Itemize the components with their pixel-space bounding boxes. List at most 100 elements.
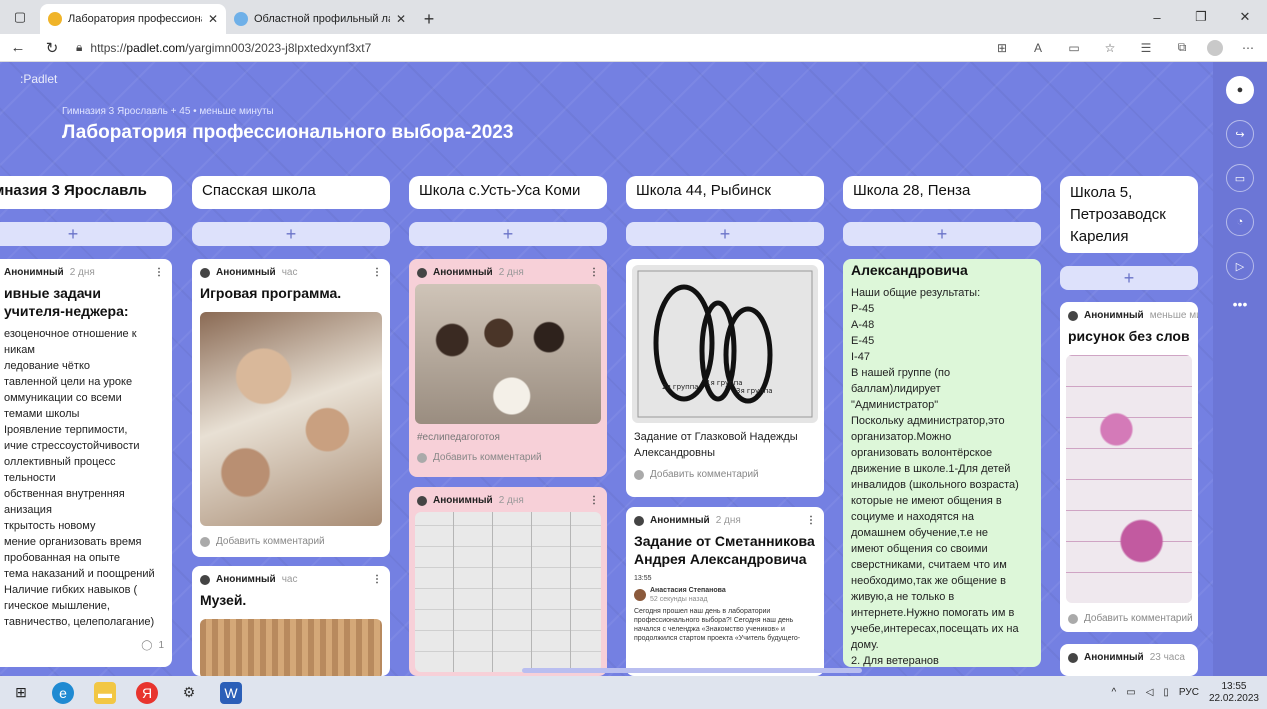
add-comment-button[interactable]: Добавить комментарий xyxy=(409,446,607,469)
language-indicator[interactable]: РУС xyxy=(1179,687,1199,698)
slideshow-icon[interactable]: ▷ xyxy=(1226,252,1254,280)
add-post-button[interactable]: + xyxy=(0,222,172,246)
add-post-button[interactable]: + xyxy=(192,222,390,246)
post-author: Анонимный 2 дня ⋮ xyxy=(409,259,607,282)
horizontal-scrollbar[interactable] xyxy=(522,668,862,673)
column-title: Школа с.Усть-Уса Коми xyxy=(409,176,607,209)
post-menu-icon[interactable]: ⋮ xyxy=(372,574,382,585)
battery-icon[interactable]: ▯ xyxy=(1163,687,1169,698)
post-card[interactable]: Анонимный 23 часа xyxy=(1060,644,1198,676)
post-author: Анонимный 2 дня ⋮ xyxy=(626,507,824,530)
split-screen-icon[interactable]: ▭ xyxy=(1063,41,1085,55)
post-card[interactable]: 2я группа 1я группа 3я группа Задание от… xyxy=(626,259,824,497)
post-card[interactable]: Анонимный 2 дня ⋮ Задание от Сметанникова… xyxy=(626,507,824,676)
padlet-board: :Padlet Гимназия 3 Ярославль + 45 • мень… xyxy=(0,62,1267,676)
post-screenshot[interactable]: 13:55 Анастасия Степанова 52 секунды наза… xyxy=(634,574,816,643)
post-text: Задание от Глазковой Надежды Александров… xyxy=(634,431,798,459)
post-photo[interactable]: 2я группа 1я группа 3я группа xyxy=(632,265,818,423)
new-tab-icon[interactable]: + xyxy=(414,4,444,34)
settings-gear-icon[interactable]: ⚙ xyxy=(178,682,200,704)
add-post-button[interactable]: + xyxy=(409,222,607,246)
add-post-button[interactable]: + xyxy=(843,222,1041,246)
apps-icon[interactable]: ⊞ xyxy=(991,41,1013,55)
post-menu-icon[interactable]: ⋮ xyxy=(154,267,164,278)
add-comment-button[interactable]: Добавить комментарий xyxy=(1060,607,1198,630)
user-avatar[interactable]: ● xyxy=(1226,76,1254,104)
post-card[interactable]: Анонимный меньше ми рисунок без слов Доба… xyxy=(1060,302,1198,632)
author-avatar xyxy=(1068,652,1078,663)
padlet-logo[interactable]: :Padlet xyxy=(20,72,57,86)
add-comment-button[interactable]: Добавить комментарий xyxy=(192,530,390,553)
windows-taskbar: ⊞ e ▬ Я ⚙ W ^ ▭ ◁ ▯ РУС 13:55 22.02.2023 xyxy=(0,676,1267,709)
minimize-icon[interactable]: – xyxy=(1135,0,1179,34)
phone-avatar xyxy=(634,589,646,601)
network-icon[interactable]: ▭ xyxy=(1126,687,1135,698)
comment-count[interactable]: ◯ 1 xyxy=(0,630,172,657)
remake-icon[interactable]: ▭ xyxy=(1226,164,1254,192)
post-card[interactable]: Анонимный 2 дня ⋮ ивные задачи учителя-не… xyxy=(0,259,172,667)
author-avatar xyxy=(417,495,427,506)
close-tab-icon[interactable]: ✕ xyxy=(396,12,406,26)
favorites-icon[interactable]: ☰ xyxy=(1135,41,1157,55)
post-card[interactable]: Анонимный час ⋮ Игровая программа. Добави… xyxy=(192,259,390,557)
tab-padlet[interactable]: Лаборатория профессиональ ✕ xyxy=(40,4,226,34)
post-photo[interactable] xyxy=(415,512,601,672)
post-body: езоценочное отношение к никам ледование … xyxy=(4,328,155,628)
start-icon[interactable]: ⊞ xyxy=(10,682,32,704)
edge-icon[interactable]: e xyxy=(52,681,74,704)
padlet-favicon-icon xyxy=(48,12,62,26)
more-options-icon[interactable]: ••• xyxy=(1233,296,1248,312)
post-menu-icon[interactable]: ⋮ xyxy=(806,515,816,526)
board-meta: Гимназия 3 Ярославль + 45 • меньше минут… xyxy=(62,106,274,117)
column-school5: Школа 5, Петрозаводск Карелия + xyxy=(1060,176,1198,290)
post-menu-icon[interactable]: ⋮ xyxy=(372,267,382,278)
favorite-star-icon[interactable]: ☆ xyxy=(1099,41,1121,55)
add-post-button[interactable]: + xyxy=(1060,266,1198,290)
post-title: Игровая программа. xyxy=(200,285,342,301)
close-window-icon[interactable]: ✕ xyxy=(1223,0,1267,34)
phone-ago: 52 секунды назад xyxy=(650,596,708,603)
post-title: рисунок без слов xyxy=(1068,328,1190,344)
address-bar[interactable]: 🔒︎ https://padlet.com/yargimn003/2023-j8… xyxy=(76,40,977,55)
tab-actions-icon[interactable]: ▢ xyxy=(0,0,40,34)
profile-avatar[interactable] xyxy=(1207,39,1223,56)
add-post-button[interactable]: + xyxy=(626,222,824,246)
more-icon[interactable]: ⋯ xyxy=(1237,41,1259,55)
tab-camp[interactable]: Областной профильный лагерь ✕ xyxy=(226,4,414,34)
read-aloud-icon[interactable]: A xyxy=(1027,41,1049,55)
word-icon[interactable]: W xyxy=(220,681,242,704)
sketch-label: 1я группа xyxy=(706,379,743,387)
post-photo[interactable] xyxy=(415,284,601,424)
browser-toolbar: ← ↻ 🔒︎ https://padlet.com/yargimn003/202… xyxy=(0,34,1267,62)
post-photo[interactable] xyxy=(200,619,382,676)
post-card[interactable]: Анонимный 2 дня ⋮ xyxy=(409,487,607,676)
yandex-browser-icon[interactable]: Я xyxy=(136,681,158,704)
back-icon[interactable]: ← xyxy=(8,39,28,56)
reload-icon[interactable]: ↻ xyxy=(42,39,62,57)
post-author: Анонимный 23 часа xyxy=(1060,644,1198,667)
volume-icon[interactable]: ◁ xyxy=(1146,687,1154,698)
post-photo[interactable] xyxy=(1066,355,1192,603)
author-avatar xyxy=(200,574,210,585)
comment-bubble-icon: ◯ xyxy=(141,640,153,651)
author-avatar xyxy=(417,267,427,278)
post-menu-icon[interactable]: ⋮ xyxy=(589,495,599,506)
close-tab-icon[interactable]: ✕ xyxy=(208,12,218,26)
post-menu-icon[interactable]: ⋮ xyxy=(589,267,599,278)
column-spasskaya: Спасская школа + xyxy=(192,176,390,246)
column-school44: Школа 44, Рыбинск + xyxy=(626,176,824,246)
post-card[interactable]: Александровича Наши общие результаты: Р-… xyxy=(843,259,1041,667)
restore-icon[interactable]: ❐ xyxy=(1179,0,1223,34)
collections-icon[interactable]: ⧉ xyxy=(1171,40,1193,55)
post-card[interactable]: Анонимный час ⋮ Музей. xyxy=(192,566,390,676)
author-avatar xyxy=(200,267,210,278)
notifications-icon[interactable]: ◔ xyxy=(1226,208,1254,236)
clock[interactable]: 13:55 22.02.2023 xyxy=(1209,681,1259,705)
post-photo[interactable] xyxy=(200,312,382,526)
post-author: Анонимный 2 дня ⋮ xyxy=(409,487,607,510)
file-explorer-icon[interactable]: ▬ xyxy=(94,681,116,704)
post-card[interactable]: Анонимный 2 дня ⋮ #еслипедагоготоя Добави… xyxy=(409,259,607,477)
add-comment-button[interactable]: Добавить комментарий xyxy=(626,461,824,486)
share-icon[interactable]: ↪ xyxy=(1226,120,1254,148)
tray-chevron-icon[interactable]: ^ xyxy=(1112,687,1117,698)
